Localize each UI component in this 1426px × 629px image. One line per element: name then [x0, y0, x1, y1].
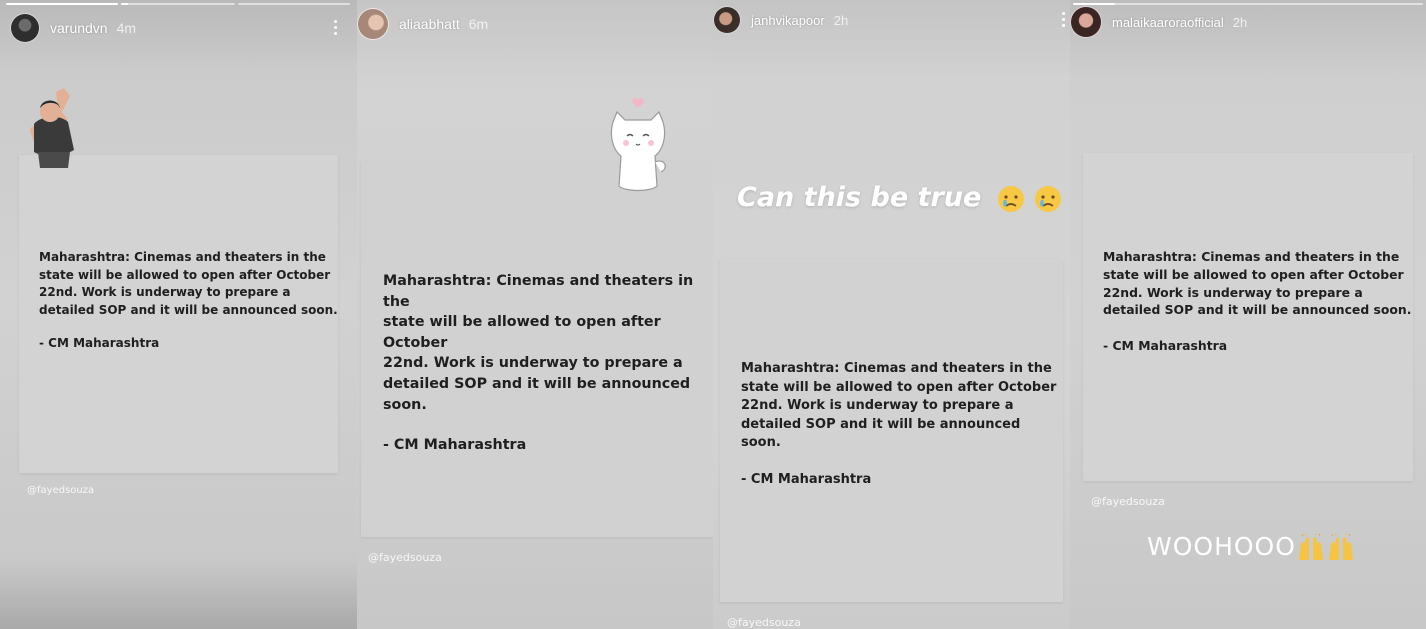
story-header: varundvn 4m: [10, 13, 357, 43]
announcement-line: 22nd. Work is underway to prepare a: [1103, 284, 1363, 300]
announcement-line: 22nd. Work is underway to prepare a: [383, 355, 683, 372]
announcement-line: 22nd. Work is underway to prepare a: [39, 285, 291, 300]
source-credit: @fayedsouza: [1091, 495, 1165, 508]
post-time: 2h: [833, 12, 849, 28]
announcement-signature: - CM Maharashtra: [383, 437, 527, 454]
announcement-card: Maharashtra: Cinemas and theaters in the…: [720, 259, 1063, 602]
avatar[interactable]: [713, 6, 741, 34]
announcement-line: 22nd. Work is underway to prepare a: [741, 398, 1014, 413]
announcement-line: state will be allowed to open after Octo…: [39, 267, 331, 282]
crying-face-emoji: [1035, 185, 1062, 212]
avatar[interactable]: [1070, 6, 1102, 38]
source-credit: @fayedsouza: [727, 616, 801, 629]
story-progress-bar-1: [6, 3, 118, 5]
story-caption: WOOHOOO: [1147, 532, 1356, 562]
crying-face-emoji: [997, 185, 1024, 212]
announcement-line: state will be allowed to open after Octo…: [383, 314, 661, 351]
announcement-line: Maharashtra: Cinemas and theaters in the: [741, 361, 1052, 376]
announcement-line: state will be allowed to open after Octo…: [1103, 266, 1404, 282]
caption-text: Can this be true: [737, 182, 982, 213]
announcement-text: Maharashtra: Cinemas and theaters in the…: [383, 271, 713, 456]
story-progress-bar-1: [1073, 3, 1423, 5]
announcement-text: Maharashtra: Cinemas and theaters in the…: [1103, 248, 1411, 355]
announcement-card: Maharashtra: Cinemas and theaters in the…: [19, 155, 338, 473]
more-options-icon[interactable]: [334, 20, 338, 35]
story-panel-janhvikapoor[interactable]: janhvikapoor 2h Can this be true Maharas…: [713, 0, 1070, 629]
username[interactable]: janhvikapoor: [751, 13, 825, 28]
announcement-signature: - CM Maharashtra: [1103, 338, 1228, 354]
announcement-card: Maharashtra: Cinemas and theaters in the…: [361, 161, 713, 537]
announcement-signature: - CM Maharashtra: [39, 336, 160, 351]
source-credit: @fayedsouza: [368, 551, 442, 564]
story-caption: Can this be true: [737, 182, 1062, 213]
story-header: malaikaaroraofficial 2h: [1070, 6, 1426, 38]
announcement-line: Maharashtra: Cinemas and theaters in the: [383, 273, 694, 310]
announcement-card: Maharashtra: Cinemas and theaters in the…: [1083, 153, 1413, 481]
avatar[interactable]: [10, 13, 40, 43]
announcement-text: Maharashtra: Cinemas and theaters in the…: [741, 360, 1063, 489]
story-header: aliaabhatt 6m: [357, 8, 713, 40]
announcement-line: detailed SOP and it will be announced so…: [741, 416, 1021, 451]
story-progress-bar-2: [121, 3, 235, 5]
announcement-text: Maharashtra: Cinemas and theaters in the…: [39, 249, 338, 353]
announcement-line: detailed SOP and it will be announced so…: [383, 375, 691, 413]
raising-hands-emoji: [1298, 534, 1323, 560]
story-header: janhvikapoor 2h: [713, 6, 1070, 34]
post-time: 2h: [1232, 14, 1248, 30]
story-progress-bar-3: [238, 3, 350, 5]
source-credit: @fayedsouza: [27, 485, 95, 496]
more-options-icon[interactable]: [1062, 12, 1066, 27]
announcement-signature: - CM Maharashtra: [741, 471, 872, 487]
white-cat-heart-sticker[interactable]: [605, 96, 675, 196]
announcement-line: Maharashtra: Cinemas and theaters in the: [1103, 249, 1400, 264]
post-time: 4m: [116, 20, 137, 36]
story-panel-aliaabhatt[interactable]: aliaabhatt 6m Maharashtra: Cinemas and t…: [357, 0, 713, 629]
username[interactable]: malaikaaroraofficial: [1112, 15, 1224, 30]
caption-text: WOOHOOO: [1147, 532, 1296, 561]
raising-hands-emoji: [1328, 534, 1353, 560]
announcement-line: state will be allowed to open after Octo…: [741, 379, 1057, 395]
announcement-line: Maharashtra: Cinemas and theaters in the: [39, 250, 326, 264]
avatar[interactable]: [357, 8, 389, 40]
username[interactable]: varundvn: [50, 20, 108, 36]
username[interactable]: aliaabhatt: [399, 16, 460, 32]
announcement-line: detailed SOP and it will be announced so…: [39, 302, 338, 317]
story-panel-varundvn[interactable]: varundvn 4m Maharashtra: Cinemas and the…: [0, 0, 357, 629]
post-time: 6m: [468, 16, 489, 32]
dancing-man-sticker[interactable]: [24, 86, 84, 170]
story-panel-malaikaaroraofficial[interactable]: malaikaaroraofficial 2h Maharashtra: Cin…: [1070, 0, 1426, 629]
announcement-line: detailed SOP and it will be announced so…: [1103, 302, 1412, 318]
